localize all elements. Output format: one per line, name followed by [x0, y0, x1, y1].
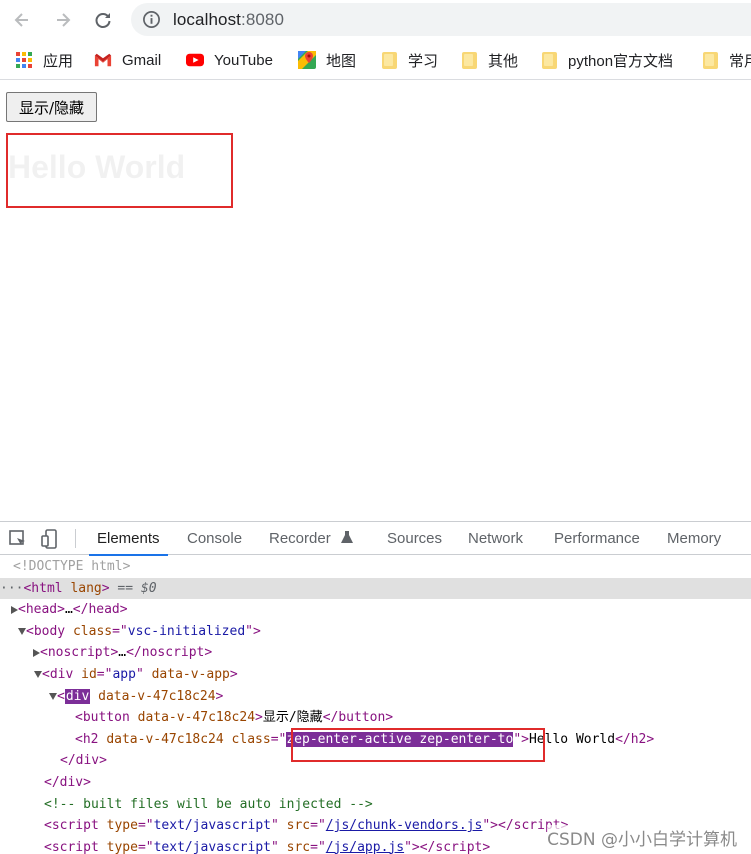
expand-arrow-icon[interactable] — [33, 648, 40, 657]
bookmark-maps[interactable]: 地图 — [298, 49, 356, 71]
button-attr: data-v-47c18c24 — [137, 710, 256, 726]
annotation-highlight-box — [291, 728, 545, 762]
devtools-panel: Elements Console Recorder Sources Networ… — [0, 521, 751, 854]
collapse-arrow-icon[interactable] — [18, 627, 26, 635]
dom-line-noscript[interactable]: <noscript>…</noscript> — [0, 642, 751, 664]
arrow-right-icon — [57, 13, 71, 27]
bookmark-folder-common[interactable]: 常用 — [701, 49, 751, 71]
selected-marker: == $0 — [117, 580, 157, 596]
bookmark-label: 地图 — [326, 52, 357, 70]
dom-line-app-div-close[interactable]: </div> — [0, 772, 751, 794]
bookmark-label: 学习 — [408, 52, 439, 70]
bookmark-gmail[interactable]: Gmail — [94, 49, 161, 71]
bookmark-label: 应用 — [43, 52, 74, 70]
bookmark-label: YouTube — [214, 51, 273, 69]
dom-line-html[interactable]: ···<html lang> == $0 — [0, 577, 751, 600]
dom-tree: <!DOCTYPE html> ···<html lang> == $0 <he… — [0, 556, 751, 854]
script-type-value: text/javascript — [153, 839, 271, 854]
toolbar-divider — [75, 529, 76, 548]
dom-line-app-div[interactable]: <div id="app" data-v-app> — [0, 664, 751, 686]
bookmark-label: Gmail — [122, 51, 162, 69]
device-toolbar-icon[interactable] — [40, 529, 60, 549]
app-attr: data-v-app — [151, 666, 230, 682]
folder-icon — [460, 51, 478, 69]
tab-elements[interactable]: Elements — [89, 522, 168, 556]
flask-icon — [340, 531, 353, 543]
inspect-element-icon[interactable] — [8, 529, 28, 549]
reload-icon — [95, 13, 111, 28]
bookmark-label: 常用 — [729, 52, 751, 70]
html-open-tag: <html — [23, 580, 63, 596]
button-text-node: 显示/隐藏 — [262, 710, 323, 726]
address-bar[interactable]: localhost:8080 — [131, 3, 751, 36]
collapsed-ellipsis: … — [118, 645, 127, 661]
inner-div-attr: data-v-47c18c24 — [98, 688, 216, 704]
bookmark-apps[interactable]: 应用 — [15, 49, 73, 71]
doctype-text: <!DOCTYPE html> — [13, 559, 131, 574]
script-src-link[interactable]: /js/app.js — [326, 840, 404, 854]
script-type-value: text/javascript — [153, 818, 271, 834]
dom-line-doctype[interactable]: <!DOCTYPE html> — [0, 556, 751, 578]
hello-heading: Hello World — [8, 149, 186, 185]
bookmarks-bar: 应用 Gmail YouTube 地图 学习 其他 python官方文档 常用 — [0, 40, 751, 80]
reload-button[interactable] — [89, 6, 117, 34]
tab-sources[interactable]: Sources — [387, 522, 442, 555]
h2-attr: data-v-47c18c24 — [106, 731, 224, 747]
bookmark-label: 其他 — [488, 52, 519, 70]
dom-line-inner-div[interactable]: <div data-v-47c18c24> — [0, 686, 751, 708]
gmail-icon — [94, 51, 112, 69]
youtube-icon — [186, 51, 204, 69]
page-viewport: 显示/隐藏 Hello World — [0, 81, 751, 521]
browser-toolbar: localhost:8080 — [0, 0, 751, 40]
maps-icon — [298, 51, 316, 69]
dom-line-head[interactable]: <head>…</head> — [0, 599, 751, 621]
html-comment: <!-- built files will be auto injected -… — [44, 796, 373, 812]
folder-icon — [380, 51, 398, 69]
tab-console[interactable]: Console — [187, 522, 242, 555]
bookmark-youtube[interactable]: YouTube — [186, 49, 273, 71]
url-text: localhost:8080 — [173, 10, 285, 29]
tab-memory[interactable]: Memory — [667, 522, 721, 555]
bookmark-folder-study[interactable]: 学习 — [380, 49, 438, 71]
back-button[interactable] — [8, 6, 36, 34]
forward-button[interactable] — [49, 6, 77, 34]
dom-line-button[interactable]: <button data-v-47c18c24>显示/隐藏</button> — [0, 707, 751, 729]
bookmark-folder-other[interactable]: 其他 — [460, 49, 518, 71]
collapse-arrow-icon[interactable] — [34, 670, 42, 678]
tab-recorder[interactable]: Recorder — [269, 522, 353, 555]
toggle-visibility-button[interactable]: 显示/隐藏 — [6, 92, 97, 122]
tab-network[interactable]: Network — [468, 522, 523, 555]
bookmark-folder-python-docs[interactable]: python官方文档 — [540, 49, 673, 71]
tab-performance[interactable]: Performance — [554, 522, 640, 555]
folder-icon — [540, 51, 558, 69]
dom-line-body[interactable]: <body class="vsc-initialized"> — [0, 621, 751, 643]
app-id-value: app — [112, 666, 136, 682]
info-icon[interactable] — [142, 10, 161, 29]
more-icon: ··· — [0, 580, 24, 596]
devtools-tab-bar: Elements Console Recorder Sources Networ… — [0, 522, 751, 556]
html-attr: lang — [70, 580, 102, 596]
selected-tag-name: div — [64, 688, 91, 704]
html-close-bracket: > — [101, 580, 110, 596]
bookmark-label: python官方文档 — [568, 52, 674, 70]
arrow-left-icon — [14, 13, 28, 27]
apps-grid-icon — [15, 51, 33, 69]
dom-line-comment[interactable]: <!-- built files will be auto injected -… — [0, 794, 751, 816]
body-class-value: vsc-initialized — [127, 623, 246, 639]
tab-recorder-label: Recorder — [269, 530, 331, 547]
expand-arrow-icon[interactable] — [11, 605, 18, 614]
script-src-link[interactable]: /js/chunk-vendors.js — [326, 818, 483, 833]
watermark: CSDN @小小白学计算机 — [547, 825, 737, 850]
folder-icon — [701, 51, 719, 69]
collapse-arrow-icon[interactable] — [49, 692, 57, 700]
collapsed-ellipsis: … — [64, 602, 73, 618]
